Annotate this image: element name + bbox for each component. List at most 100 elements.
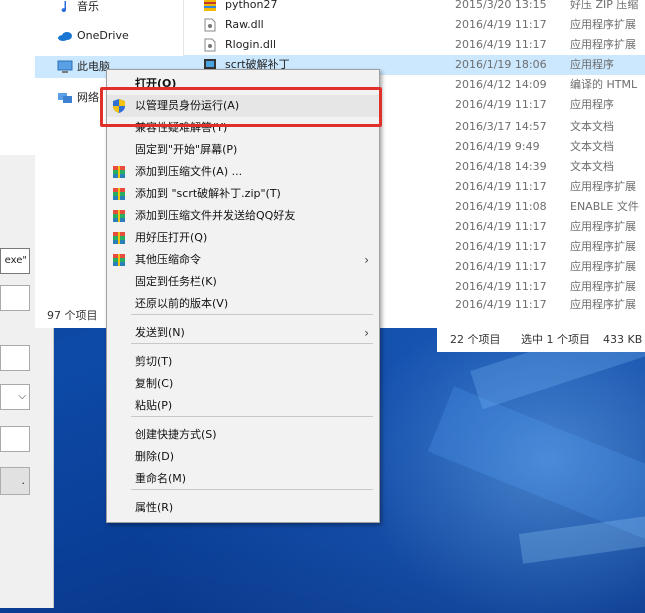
zip-archive-icon <box>204 0 216 11</box>
file-type: 文本文档 <box>570 140 614 153</box>
context-menu-item[interactable]: 添加到 "scrt破解补丁.zip"(T) <box>107 183 379 205</box>
computer-icon <box>57 60 73 73</box>
context-menu-item[interactable]: 重命名(M) <box>107 468 379 490</box>
file-type: 应用程序扩展 <box>570 18 636 31</box>
context-menu-label: 添加到压缩文件(A) ... <box>135 165 243 178</box>
file-name: Raw.dll <box>225 18 264 31</box>
context-menu-item[interactable]: 固定到"开始"屏幕(P) <box>107 139 379 161</box>
text-field[interactable] <box>0 345 30 371</box>
status-selected-count: 选中 1 个项目 <box>521 333 590 346</box>
file-type: 应用程序扩展 <box>570 180 636 193</box>
context-menu-label: 固定到任务栏(K) <box>135 275 217 288</box>
file-date: 2016/4/18 14:39 <box>455 160 547 173</box>
context-menu-item[interactable]: 还原以前的版本(V) <box>107 293 379 315</box>
winrar-icon <box>113 188 125 200</box>
chevron-down-icon: ⌵ <box>18 391 26 402</box>
command-text-value: exe" <box>4 255 27 266</box>
dll-file-icon <box>204 18 216 32</box>
dropdown-select[interactable]: ⌵ <box>0 384 30 410</box>
file-date: 2016/4/19 11:08 <box>455 200 547 213</box>
winrar-icon <box>113 166 125 178</box>
context-menu-label: 固定到"开始"屏幕(P) <box>135 143 238 156</box>
context-menu-label: 属性(R) <box>135 501 174 514</box>
file-row[interactable]: Raw.dll 2016/4/19 11:17 应用程序扩展 <box>183 15 645 35</box>
file-date: 2016/3/17 14:57 <box>455 120 547 133</box>
text-field[interactable] <box>0 285 30 311</box>
file-type: 好压 ZIP 压缩 <box>570 0 639 11</box>
file-date: 2016/4/19 11:17 <box>455 240 547 253</box>
file-date: 2016/4/19 9:49 <box>455 140 540 153</box>
file-type: 应用程序扩展 <box>570 298 636 311</box>
file-date: 2016/4/19 11:17 <box>455 180 547 193</box>
text-field[interactable] <box>0 426 30 452</box>
file-date: 2015/3/20 13:15 <box>455 0 547 11</box>
context-menu-item[interactable]: 复制(C) <box>107 373 379 395</box>
file-date: 2016/4/19 11:17 <box>455 280 547 293</box>
file-date: 2016/4/19 11:17 <box>455 18 547 31</box>
context-menu-label: 删除(D) <box>135 450 175 463</box>
highlight-annotation-box <box>100 87 382 127</box>
status-item-count: 22 个项目 <box>450 333 501 346</box>
dll-file-icon <box>204 38 216 52</box>
file-row[interactable]: python27 2015/3/20 13:15 好压 ZIP 压缩 <box>183 0 645 15</box>
onedrive-cloud-icon <box>58 32 72 41</box>
file-name: python27 <box>225 0 278 11</box>
context-menu-label: 添加到压缩文件并发送给QQ好友 <box>135 209 296 222</box>
context-menu-item[interactable]: 粘贴(P) <box>107 395 379 417</box>
file-type: 文本文档 <box>570 120 614 133</box>
context-menu-item[interactable]: 删除(D) <box>107 446 379 468</box>
file-type: 应用程序扩展 <box>570 220 636 233</box>
menu-separator <box>131 314 373 315</box>
music-note-icon <box>61 1 67 13</box>
file-type: 应用程序扩展 <box>570 260 636 273</box>
context-menu-item[interactable]: 属性(R) <box>107 497 379 519</box>
file-type: ENABLE 文件 <box>570 200 639 213</box>
context-menu-label: 其他压缩命令 <box>135 253 201 266</box>
file-date: 2016/4/19 11:17 <box>455 260 547 273</box>
nav-item-music[interactable]: 音乐 <box>35 0 183 18</box>
context-menu-item[interactable]: 剪切(T) <box>107 351 379 373</box>
command-text-field[interactable]: exe" <box>0 248 30 274</box>
status-selected-size: 433 KB <box>603 333 643 346</box>
menu-separator <box>131 489 373 490</box>
context-menu-item[interactable]: 添加到压缩文件(A) ... <box>107 161 379 183</box>
file-date: 2016/4/12 14:09 <box>455 78 547 91</box>
chevron-right-icon: › <box>364 253 369 267</box>
dialog-button[interactable]: . <box>0 467 30 495</box>
context-menu-item[interactable]: 用好压打开(Q) <box>107 227 379 249</box>
file-name: Rlogin.dll <box>225 38 277 51</box>
file-date: 2016/4/19 11:17 <box>455 98 547 111</box>
winrar-icon <box>113 210 125 222</box>
status-bar: 22 个项目 选中 1 个项目 433 KB <box>437 328 645 352</box>
nav-item-label: OneDrive <box>77 29 129 42</box>
file-date: 2016/4/19 11:17 <box>455 298 547 311</box>
winrar-icon <box>113 232 125 244</box>
context-menu-label: 复制(C) <box>135 377 174 390</box>
item-count-status: 97 个项目 <box>47 309 98 322</box>
context-menu-label: 添加到 "scrt破解补丁.zip"(T) <box>135 187 281 200</box>
context-menu-item[interactable]: 发送到(N) › <box>107 322 379 344</box>
context-menu-label: 发送到(N) <box>135 326 185 339</box>
context-menu-label: 创建快捷方式(S) <box>135 428 217 441</box>
context-menu-item[interactable]: 其他压缩命令 › <box>107 249 379 271</box>
file-row[interactable]: Rlogin.dll 2016/4/19 11:17 应用程序扩展 <box>183 35 645 55</box>
file-type: 应用程序扩展 <box>570 240 636 253</box>
context-menu-item[interactable]: 添加到压缩文件并发送给QQ好友 <box>107 205 379 227</box>
ellipsis-icon: . <box>21 474 26 487</box>
nav-item-label: 音乐 <box>77 0 99 13</box>
nav-item-onedrive[interactable]: OneDrive <box>35 25 183 47</box>
file-date: 2016/1/19 18:06 <box>455 58 547 71</box>
context-menu-label: 剪切(T) <box>135 355 173 368</box>
nav-item-label: 网络 <box>77 91 99 104</box>
file-date: 2016/4/19 11:17 <box>455 220 547 233</box>
context-menu-label: 重命名(M) <box>135 472 187 485</box>
menu-separator <box>131 416 373 417</box>
menu-separator <box>131 343 373 344</box>
file-date: 2016/4/19 11:17 <box>455 38 547 51</box>
file-type: 应用程序扩展 <box>570 280 636 293</box>
context-menu-item[interactable]: 创建快捷方式(S) <box>107 424 379 446</box>
context-menu-item[interactable]: 固定到任务栏(K) <box>107 271 379 293</box>
winrar-icon <box>113 254 125 266</box>
chevron-right-icon: › <box>364 326 369 340</box>
file-type: 编译的 HTML <box>570 78 638 91</box>
